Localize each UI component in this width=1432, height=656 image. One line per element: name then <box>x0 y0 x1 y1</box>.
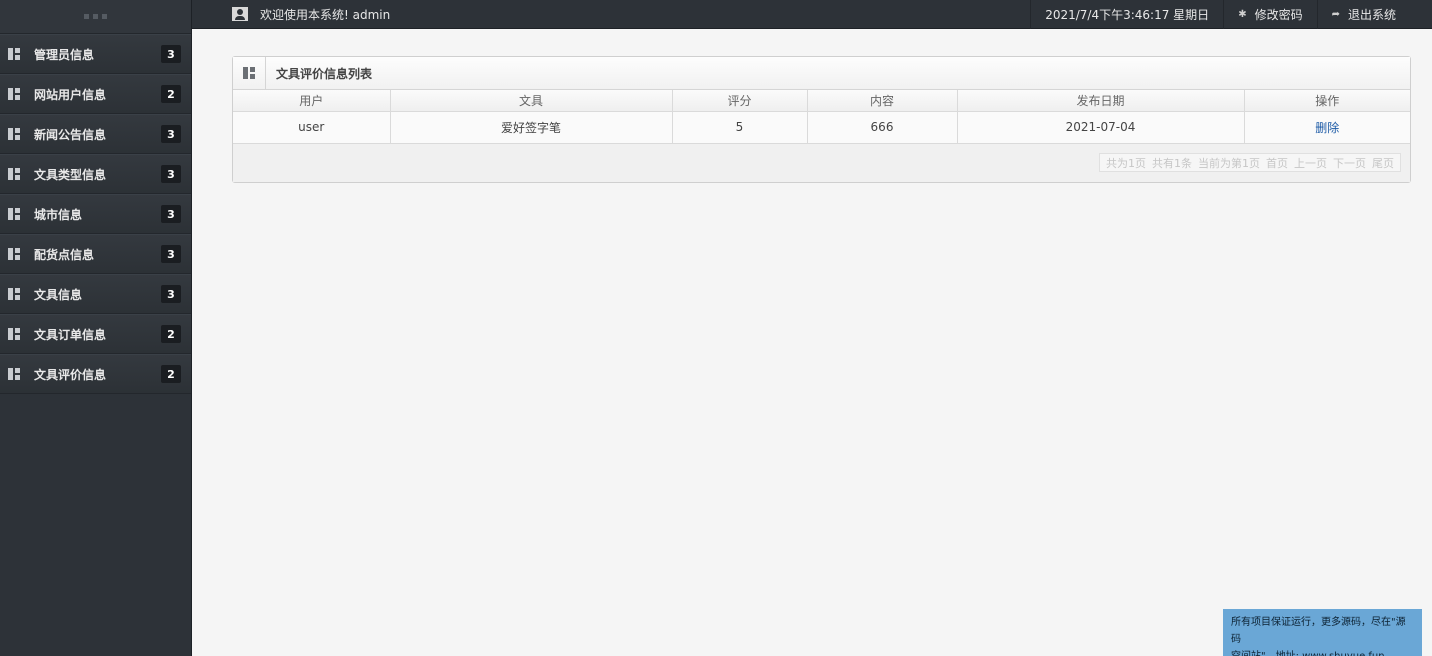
gear-icon: ✱ <box>1238 8 1247 20</box>
top-actions: 2021/7/4下午3:46:17 星期日 ✱ 修改密码 ➦ 退出系统 <box>1030 0 1410 29</box>
sidebar-item-users[interactable]: 网站用户信息 2 <box>0 74 191 114</box>
pager-total-items: 共有1条 <box>1152 156 1192 170</box>
table-row: user 爱好签字笔 5 666 2021-07-04 删除 <box>233 111 1410 144</box>
count-badge: 3 <box>161 245 181 263</box>
sidebar-item-label: 配货点信息 <box>34 247 95 262</box>
sidebar-item-label: 文具评价信息 <box>34 367 107 382</box>
count-badge: 2 <box>161 85 181 103</box>
layout-icon <box>8 288 20 300</box>
layout-icon <box>8 88 20 100</box>
table-header-row: 用户 文具 评分 内容 发布日期 操作 <box>233 90 1410 112</box>
source-notice-box: 所有项目保证运行，更多源码，尽在"源码 空间站"，地址: www.shuyue.… <box>1223 609 1422 656</box>
sidebar-item-label: 文具信息 <box>34 287 83 302</box>
sidebar-item-categories[interactable]: 文具类型信息 3 <box>0 154 191 194</box>
sidebar: 管理员信息 3 网站用户信息 2 新闻公告信息 3 文具类型信息 3 城市信息 … <box>0 0 192 656</box>
count-badge: 2 <box>161 365 181 383</box>
sidebar-menu: 管理员信息 3 网站用户信息 2 新闻公告信息 3 文具类型信息 3 城市信息 … <box>0 34 191 394</box>
welcome-text: 欢迎使用本系统! admin <box>260 7 391 22</box>
pagination: 共为1页 共有1条 当前为第1页 首页 上一页 下一页 尾页 <box>1099 153 1401 172</box>
sidebar-item-label: 文具订单信息 <box>34 327 107 342</box>
handle-dots-icon <box>84 14 107 19</box>
review-list-panel: 文具评价信息列表 用户 文具 评分 内容 发布日期 操作 user 爱好签字笔 … <box>232 56 1411 183</box>
pagination-bar: 共为1页 共有1条 当前为第1页 首页 上一页 下一页 尾页 <box>233 143 1410 182</box>
sidebar-item-distribution-points[interactable]: 配货点信息 3 <box>0 234 191 274</box>
panel-header: 文具评价信息列表 <box>233 56 1410 90</box>
user-icon <box>232 7 248 21</box>
column-header-user: 用户 <box>233 90 391 112</box>
layout-icon <box>8 168 20 180</box>
pager-last-button[interactable]: 尾页 <box>1369 155 1397 171</box>
sidebar-item-label: 网站用户信息 <box>34 87 107 102</box>
sidebar-item-reviews[interactable]: 文具评价信息 2 <box>0 354 191 394</box>
main-content: 文具评价信息列表 用户 文具 评分 内容 发布日期 操作 user 爱好签字笔 … <box>232 56 1411 183</box>
count-badge: 3 <box>161 165 181 183</box>
count-badge: 3 <box>161 285 181 303</box>
pager-current: 当前为第1页 <box>1198 156 1260 170</box>
sidebar-item-label: 新闻公告信息 <box>34 127 107 142</box>
cell-user: user <box>233 111 391 144</box>
logout-button[interactable]: ➦ 退出系统 <box>1316 0 1410 29</box>
pager-first-button[interactable]: 首页 <box>1263 155 1291 171</box>
column-header-action: 操作 <box>1244 90 1410 112</box>
pager-prev-button[interactable]: 上一页 <box>1291 155 1330 171</box>
cell-date: 2021-07-04 <box>957 111 1245 144</box>
sidebar-item-orders[interactable]: 文具订单信息 2 <box>0 314 191 354</box>
sidebar-item-stationery[interactable]: 文具信息 3 <box>0 274 191 314</box>
layout-icon <box>8 368 20 380</box>
sidebar-item-admin[interactable]: 管理员信息 3 <box>0 34 191 74</box>
column-header-content: 内容 <box>807 90 958 112</box>
panel-title: 文具评价信息列表 <box>276 66 373 81</box>
sidebar-collapse-handle[interactable] <box>0 0 191 34</box>
notice-line-1: 所有项目保证运行，更多源码，尽在"源码 <box>1231 617 1406 645</box>
count-badge: 2 <box>161 325 181 343</box>
review-table: 用户 文具 评分 内容 发布日期 操作 user 爱好签字笔 5 666 202… <box>233 90 1410 144</box>
column-header-date: 发布日期 <box>957 90 1245 112</box>
sidebar-item-label: 管理员信息 <box>34 47 95 62</box>
change-password-label: 修改密码 <box>1254 7 1303 22</box>
count-badge: 3 <box>161 125 181 143</box>
cell-item: 爱好签字笔 <box>390 111 673 144</box>
sidebar-item-cities[interactable]: 城市信息 3 <box>0 194 191 234</box>
sidebar-item-news[interactable]: 新闻公告信息 3 <box>0 114 191 154</box>
column-header-item: 文具 <box>390 90 673 112</box>
layout-icon <box>8 248 20 260</box>
count-badge: 3 <box>161 205 181 223</box>
cell-content: 666 <box>807 111 958 144</box>
count-badge: 3 <box>161 45 181 63</box>
top-bar: 欢迎使用本系统! admin 2021/7/4下午3:46:17 星期日 ✱ 修… <box>192 0 1432 29</box>
layout-icon <box>243 67 255 79</box>
pager-next-button[interactable]: 下一页 <box>1330 155 1369 171</box>
layout-icon <box>8 128 20 140</box>
layout-icon <box>8 48 20 60</box>
delete-link[interactable]: 删除 <box>1315 121 1339 135</box>
datetime-display: 2021/7/4下午3:46:17 星期日 <box>1030 0 1223 29</box>
sidebar-item-label: 城市信息 <box>34 207 83 222</box>
share-arrow-icon: ➦ <box>1331 8 1340 20</box>
pager-total-pages: 共为1页 <box>1106 156 1146 170</box>
cell-score: 5 <box>672 111 808 144</box>
logout-label: 退出系统 <box>1347 7 1396 22</box>
cell-action: 删除 <box>1244 111 1410 144</box>
layout-icon <box>8 328 20 340</box>
layout-icon <box>8 208 20 220</box>
panel-header-icon-box <box>233 56 266 90</box>
change-password-button[interactable]: ✱ 修改密码 <box>1223 0 1316 29</box>
column-header-score: 评分 <box>672 90 808 112</box>
welcome-area: 欢迎使用本系统! admin <box>192 6 1030 23</box>
sidebar-item-label: 文具类型信息 <box>34 167 107 182</box>
datetime-text: 2021/7/4下午3:46:17 星期日 <box>1045 7 1210 22</box>
notice-line-2: 空间站"，地址: www.shuyue.fun <box>1231 648 1414 656</box>
